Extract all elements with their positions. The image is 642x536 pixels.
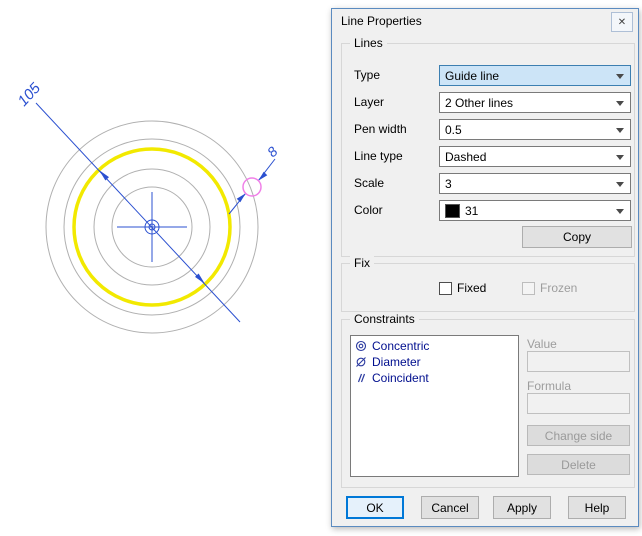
frozen-checkbox-box <box>522 282 535 295</box>
frozen-checkbox: Frozen <box>522 281 577 295</box>
scale-label: Scale <box>354 176 384 191</box>
fix-group: Fix Fixed Frozen <box>341 263 635 312</box>
color-label: Color <box>354 203 383 218</box>
dimension-arrow-upper <box>99 170 109 181</box>
fixed-checkbox-box[interactable] <box>439 282 452 295</box>
type-label: Type <box>354 68 380 83</box>
scale-value: 3 <box>445 177 452 191</box>
delete-button: Delete <box>527 454 630 475</box>
small-dimension-arrow-lower <box>237 193 246 202</box>
close-icon[interactable]: ✕ <box>611 12 633 32</box>
chevron-down-icon <box>616 74 624 79</box>
constraint-label: Coincident <box>372 371 429 385</box>
line-type-label: Line type <box>354 149 403 164</box>
constraints-list[interactable]: Concentric Diameter Coincident <box>350 335 519 477</box>
pen-width-label: Pen width <box>354 122 407 137</box>
copy-button[interactable]: Copy <box>522 226 632 248</box>
color-dropdown[interactable]: 31 <box>439 200 631 221</box>
chevron-down-icon <box>616 182 624 187</box>
pen-width-dropdown[interactable]: 0.5 <box>439 119 631 140</box>
type-value: Guide line <box>445 69 499 83</box>
diameter-icon <box>355 356 367 368</box>
constraints-group-label: Constraints <box>350 312 419 326</box>
dimension-label-large[interactable]: 105 <box>14 79 44 109</box>
chevron-down-icon <box>616 128 624 133</box>
layer-label: Layer <box>354 95 384 110</box>
constraints-group: Constraints Concentric Diameter <box>341 319 635 488</box>
list-item-concentric[interactable]: Concentric <box>351 338 518 354</box>
fixed-checkbox[interactable]: Fixed <box>439 281 486 295</box>
formula-input <box>527 393 630 414</box>
concentric-icon <box>355 340 367 352</box>
scale-dropdown[interactable]: 3 <box>439 173 631 194</box>
color-swatch <box>445 204 460 218</box>
line-type-dropdown[interactable]: Dashed <box>439 146 631 167</box>
fixed-checkbox-label: Fixed <box>457 281 486 295</box>
small-dimension-arrow-upper <box>258 172 267 181</box>
line-properties-dialog: Line Properties ✕ Lines Type Guide line … <box>331 8 639 527</box>
dimension-label-small[interactable]: 8 <box>264 143 281 160</box>
lines-group-label: Lines <box>350 36 387 50</box>
frozen-checkbox-label: Frozen <box>540 281 577 295</box>
dialog-title: Line Properties <box>341 14 422 28</box>
formula-label: Formula <box>527 379 571 393</box>
list-item-coincident[interactable]: Coincident <box>351 370 518 386</box>
constraint-label: Concentric <box>372 339 429 353</box>
constraint-label: Diameter <box>372 355 421 369</box>
list-item-diameter[interactable]: Diameter <box>351 354 518 370</box>
chevron-down-icon <box>616 155 624 160</box>
value-label: Value <box>527 337 557 351</box>
change-side-button: Change side <box>527 425 630 446</box>
pen-width-value: 0.5 <box>445 123 462 137</box>
help-button[interactable]: Help <box>568 496 626 519</box>
dialog-titlebar[interactable]: Line Properties <box>332 9 638 33</box>
ok-button[interactable]: OK <box>346 496 404 519</box>
coincident-icon <box>355 372 367 384</box>
apply-button[interactable]: Apply <box>493 496 551 519</box>
drawing-canvas[interactable]: 105 8 <box>0 0 331 536</box>
fix-group-label: Fix <box>350 256 374 270</box>
type-dropdown[interactable]: Guide line <box>439 65 631 86</box>
layer-value: 2 Other lines <box>445 96 513 110</box>
cancel-button[interactable]: Cancel <box>421 496 479 519</box>
value-input <box>527 351 630 372</box>
line-type-value: Dashed <box>445 150 486 164</box>
chevron-down-icon <box>616 209 624 214</box>
color-value: 31 <box>465 204 478 218</box>
chevron-down-icon <box>616 101 624 106</box>
lines-group: Lines Type Guide line Layer 2 Other line… <box>341 43 635 257</box>
layer-dropdown[interactable]: 2 Other lines <box>439 92 631 113</box>
